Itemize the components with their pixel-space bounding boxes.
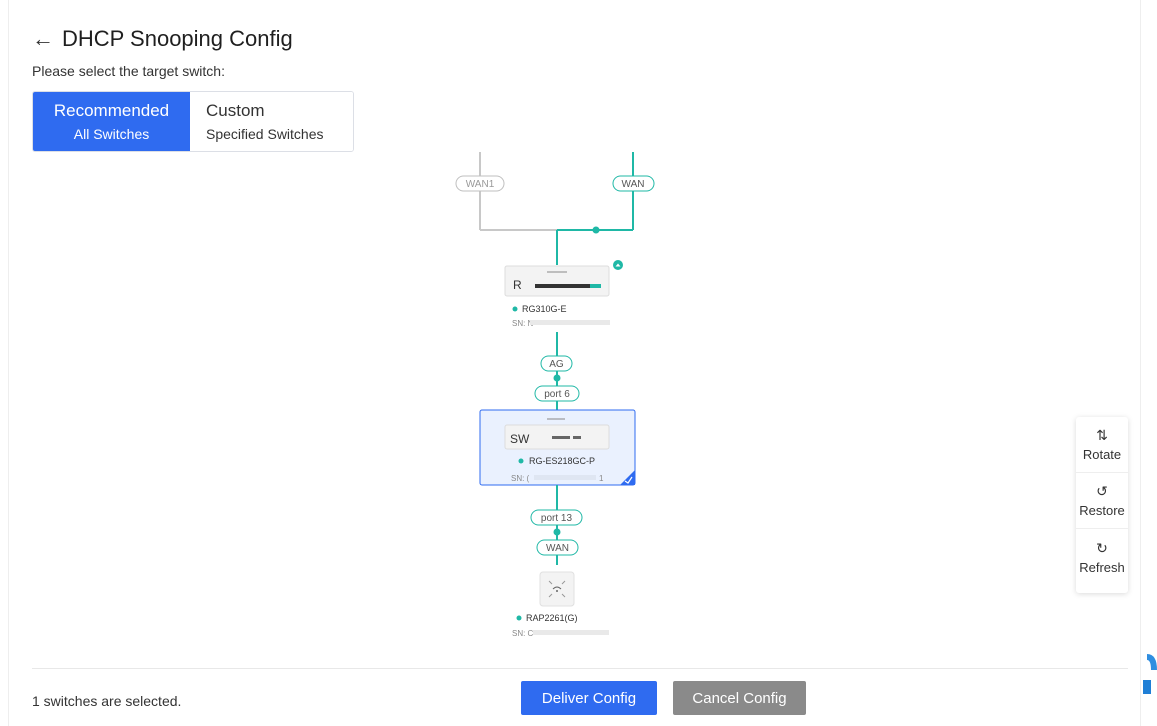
restore-icon: ↺	[1096, 483, 1108, 499]
port6-link-label[interactable]: port 6	[534, 385, 580, 402]
topology-toolbar: ⇅ Rotate ↺ Restore ↻ Refresh	[1076, 417, 1128, 593]
ap-wan-label-text: WAN	[546, 543, 569, 554]
switch-name: RG-ES218GC-P	[529, 456, 595, 466]
refresh-button[interactable]: ↻ Refresh	[1076, 529, 1128, 585]
rotate-button[interactable]: ⇅ Rotate	[1076, 417, 1128, 473]
switch-ports-graphic-2	[573, 436, 581, 439]
recommended-label: Recommended	[53, 100, 170, 120]
ag-link-dot	[553, 374, 561, 382]
ag-link-label[interactable]: AG	[540, 355, 573, 372]
link-junction-dot	[592, 226, 600, 234]
page-header: ← DHCP Snooping Config	[32, 26, 293, 52]
ap-wan-link-label[interactable]: WAN	[536, 539, 579, 556]
custom-option[interactable]: Custom Specified Switches	[190, 92, 353, 151]
refresh-label: Refresh	[1079, 559, 1125, 575]
back-arrow-icon[interactable]: ←	[32, 26, 54, 52]
deliver-config-button[interactable]: Deliver Config	[521, 681, 657, 715]
switch-device[interactable]: SW RG-ES218GC-P SN: ( 1	[479, 409, 636, 486]
ag-label-text: AG	[549, 359, 564, 370]
recommended-option[interactable]: Recommended All Switches	[33, 92, 190, 151]
wan-label-text: WAN	[622, 179, 645, 190]
recommended-sublabel: All Switches	[73, 125, 150, 142]
left-border	[8, 0, 9, 726]
instruction-text: Please select the target switch:	[32, 63, 225, 79]
router-type-badge: R	[513, 278, 522, 292]
wifi-dot	[556, 590, 558, 592]
wan1-link-label[interactable]: WAN1	[455, 175, 505, 192]
router-status-dot	[512, 306, 518, 312]
router-active-ports	[590, 284, 601, 288]
scope-selector: Recommended All Switches Custom Specifie…	[32, 91, 354, 152]
custom-sublabel: Specified Switches	[206, 125, 324, 142]
footer-divider	[32, 668, 1128, 669]
ap-device[interactable]: RAP2261(G) SN: C	[512, 571, 609, 638]
custom-label: Custom	[206, 100, 265, 120]
port6-label-text: port 6	[544, 389, 570, 400]
selection-status: 1 switches are selected.	[32, 693, 182, 709]
switch-sn-mask	[534, 475, 596, 480]
restore-button[interactable]: ↺ Restore	[1076, 473, 1128, 529]
assistant-icon[interactable]	[1137, 650, 1157, 710]
switch-status-dot	[518, 458, 524, 464]
ap-icon	[539, 571, 575, 607]
switch-type-badge: SW	[510, 432, 530, 446]
router-sn-mask	[530, 320, 610, 325]
wan1-label-text: WAN1	[466, 179, 495, 190]
cancel-config-button[interactable]: Cancel Config	[673, 681, 806, 715]
page-title: DHCP Snooping Config	[62, 26, 293, 51]
wan-link-label[interactable]: WAN	[612, 175, 655, 192]
ap-status-dot	[516, 615, 522, 621]
rotate-label: Rotate	[1082, 447, 1122, 462]
switch-sn-tail: 1	[599, 474, 604, 483]
refresh-icon: ↻	[1096, 539, 1108, 556]
switch-sn: SN: (	[511, 474, 530, 483]
router-device[interactable]: R RG310G-E SN: N	[504, 260, 623, 328]
restore-label: Restore	[1079, 503, 1125, 518]
port13-label-text: port 13	[541, 513, 573, 524]
right-border	[1140, 0, 1141, 726]
ap-sn-mask	[533, 630, 609, 635]
switch-ports-graphic	[552, 436, 570, 439]
ap-name: RAP2261(G)	[526, 613, 578, 623]
ap-sn: SN: C	[512, 629, 534, 638]
port13-link-dot	[553, 528, 561, 536]
rotate-icon: ⇅	[1096, 427, 1108, 443]
router-name: RG310G-E	[522, 304, 567, 314]
port13-link-label[interactable]: port 13	[530, 509, 583, 526]
